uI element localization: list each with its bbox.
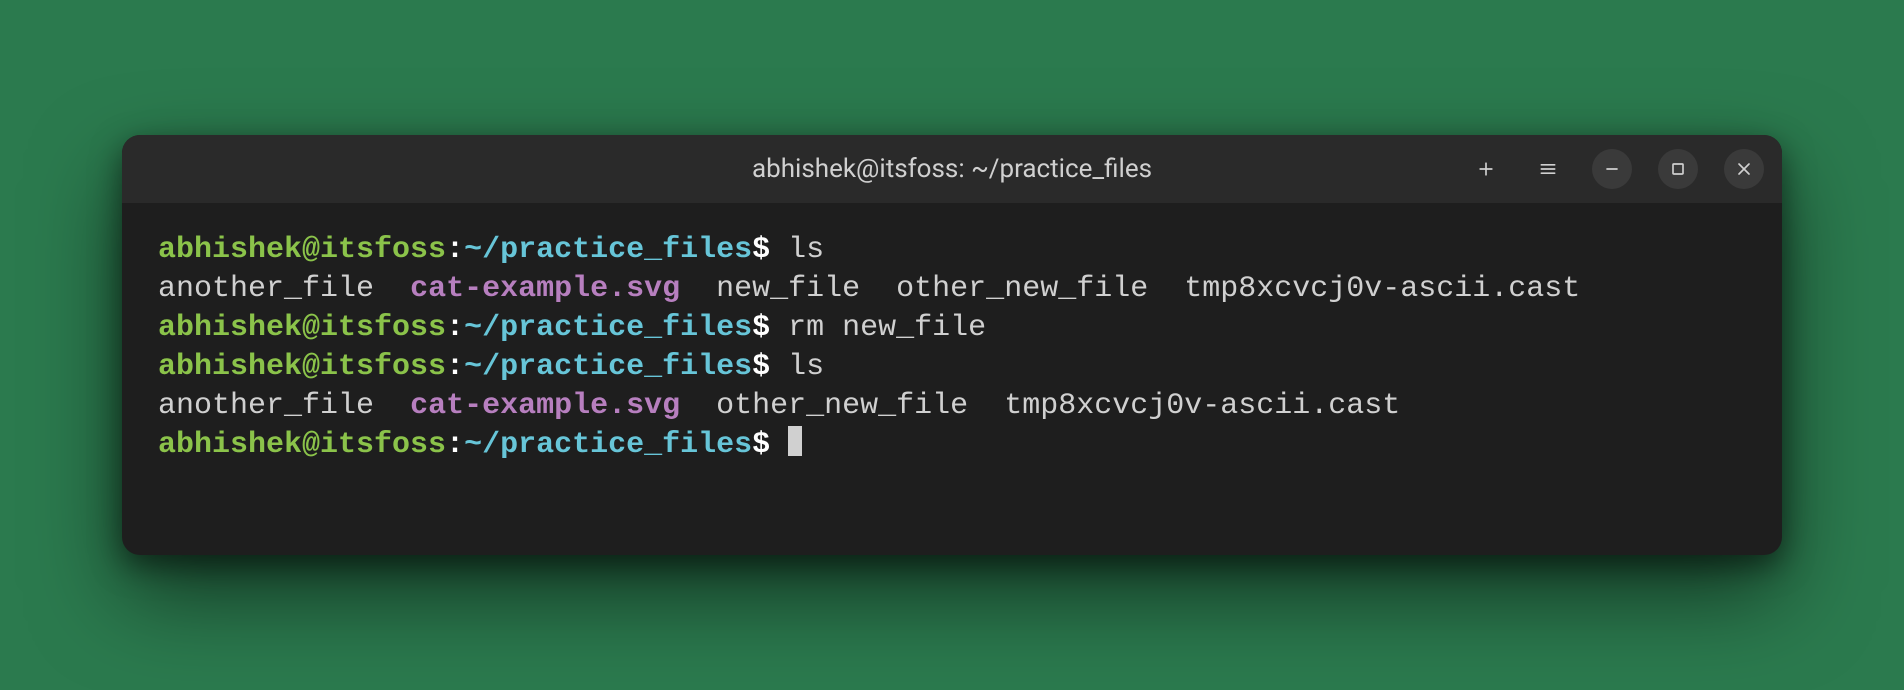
prompt-user: abhishek@itsfoss bbox=[158, 311, 446, 345]
file-name: other_new_file bbox=[716, 389, 968, 423]
prompt-user: abhishek@itsfoss bbox=[158, 233, 446, 267]
maximize-icon bbox=[1668, 159, 1688, 179]
prompt-sep: : bbox=[446, 311, 464, 345]
output-line: another_file cat-example.svg other_new_f… bbox=[158, 387, 1746, 426]
prompt-sigil: $ bbox=[752, 350, 770, 384]
terminal-content[interactable]: abhishek@itsfoss:~/practice_files$ lsano… bbox=[122, 203, 1782, 555]
prompt-line: abhishek@itsfoss:~/practice_files$ rm ne… bbox=[158, 309, 1746, 348]
command-text: rm new_file bbox=[788, 311, 986, 345]
window-controls bbox=[1468, 149, 1764, 189]
file-name: another_file bbox=[158, 389, 374, 423]
prompt-sep: : bbox=[446, 428, 464, 462]
file-name: cat-example.svg bbox=[410, 272, 680, 306]
prompt-line: abhishek@itsfoss:~/practice_files$ ls bbox=[158, 348, 1746, 387]
file-name: cat-example.svg bbox=[410, 389, 680, 423]
new-tab-button[interactable] bbox=[1468, 151, 1504, 187]
minimize-button[interactable] bbox=[1592, 149, 1632, 189]
close-button[interactable] bbox=[1724, 149, 1764, 189]
prompt-sep: : bbox=[446, 350, 464, 384]
prompt-sep: : bbox=[446, 233, 464, 267]
prompt-sigil: $ bbox=[752, 311, 770, 345]
prompt-sigil: $ bbox=[752, 233, 770, 267]
file-name: new_file bbox=[716, 272, 860, 306]
prompt-line: abhishek@itsfoss:~/practice_files$ ls bbox=[158, 231, 1746, 270]
command-text: ls bbox=[788, 233, 824, 267]
file-name: tmp8xcvcj0v-ascii.cast bbox=[1004, 389, 1400, 423]
prompt-sigil: $ bbox=[752, 428, 770, 462]
menu-button[interactable] bbox=[1530, 151, 1566, 187]
maximize-button[interactable] bbox=[1658, 149, 1698, 189]
prompt-user: abhishek@itsfoss bbox=[158, 428, 446, 462]
minimize-icon bbox=[1602, 159, 1622, 179]
output-line: another_file cat-example.svg new_file ot… bbox=[158, 270, 1746, 309]
prompt-line: abhishek@itsfoss:~/practice_files$ bbox=[158, 426, 1746, 465]
file-name: another_file bbox=[158, 272, 374, 306]
terminal-window: abhishek@itsfoss: ~/practice_files bbox=[122, 135, 1782, 555]
file-name: other_new_file bbox=[896, 272, 1148, 306]
close-icon bbox=[1734, 159, 1754, 179]
prompt-path: ~/practice_files bbox=[464, 350, 752, 384]
cursor bbox=[788, 426, 802, 456]
prompt-user: abhishek@itsfoss bbox=[158, 350, 446, 384]
prompt-path: ~/practice_files bbox=[464, 233, 752, 267]
command-text: ls bbox=[788, 350, 824, 384]
plus-icon bbox=[1476, 159, 1496, 179]
prompt-path: ~/practice_files bbox=[464, 311, 752, 345]
hamburger-icon bbox=[1538, 159, 1558, 179]
file-name: tmp8xcvcj0v-ascii.cast bbox=[1184, 272, 1580, 306]
titlebar: abhishek@itsfoss: ~/practice_files bbox=[122, 135, 1782, 203]
prompt-path: ~/practice_files bbox=[464, 428, 752, 462]
